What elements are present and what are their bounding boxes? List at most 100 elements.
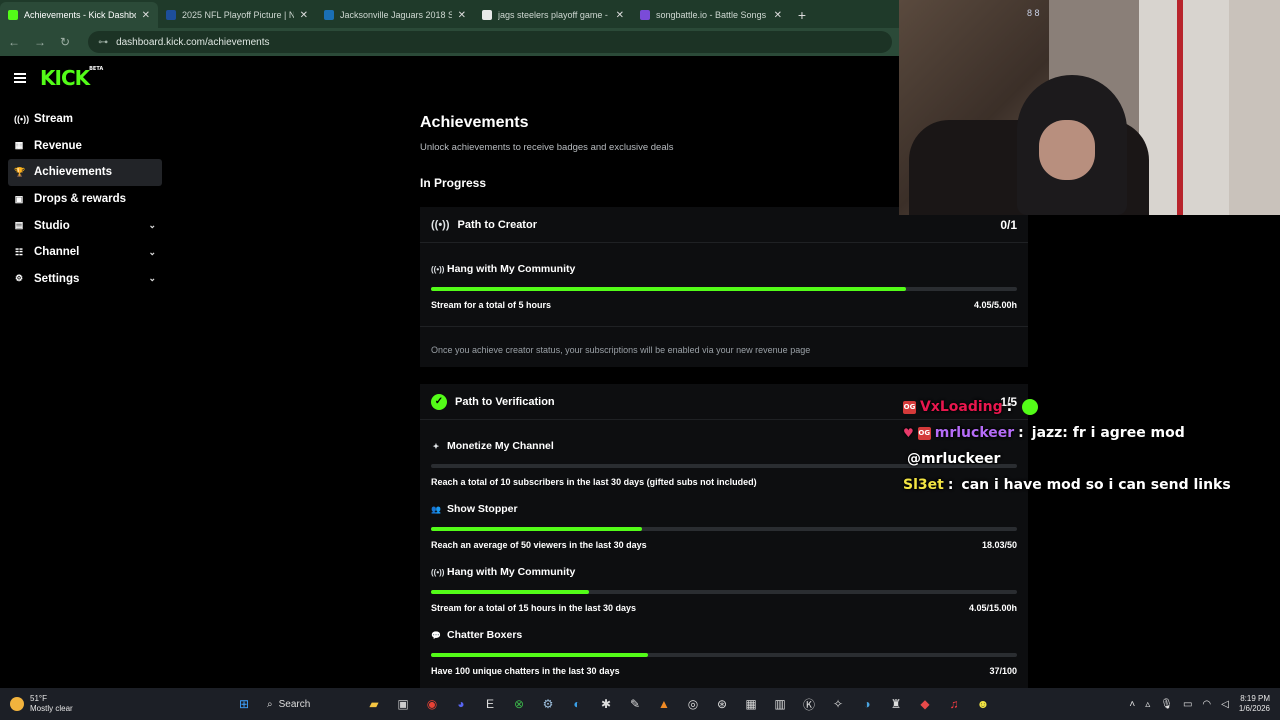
sidebar-item-settings[interactable]: ⚙ Settings ⌄ [8,266,162,293]
url-field[interactable]: ⊶ dashboard.kick.com/achievements [88,31,892,53]
emote-icon [1022,399,1039,415]
app-icon[interactable]: ◑ [855,692,879,716]
sidebar-item-label: Channel [34,246,80,259]
back-icon[interactable]: ← [8,35,20,49]
weather-widget[interactable]: 51°F Mostly clear [10,694,210,714]
achievement-value: 37/100 [989,666,1017,676]
file-explorer-icon[interactable]: ▰ [362,692,386,716]
app-icon[interactable]: ⊛ [710,692,734,716]
app-icon[interactable]: ▣ [391,692,415,716]
chat-colon: : [947,477,954,493]
tab-favicon-icon [8,10,18,20]
browser-address-bar: ← → ↻ ⊶ dashboard.kick.com/achievements [0,28,900,56]
music-icon[interactable]: ♫ [942,692,966,716]
browser-tab[interactable]: jags steelers playoff game - Go ✕ [474,2,632,28]
xbox-icon[interactable]: ⊗ [507,692,531,716]
sidebar: KICKBETA ((•)) Stream ▦ Revenue 🏆 Achievement… [0,58,170,688]
app-icon[interactable]: ◆ [913,692,937,716]
achievement-item: ((•)) Hang with My Community Stream for a … [420,562,1028,613]
forward-icon[interactable]: → [34,35,46,49]
chrome-icon[interactable]: ◉ [420,692,444,716]
new-tab-icon[interactable]: + [790,2,814,28]
app-icon[interactable]: Ⓚ [797,692,821,716]
achievement-label: Hang with My Community [447,566,576,578]
tab-favicon-icon [640,10,650,20]
app-icon[interactable]: ▦ [739,692,763,716]
achievement-name: ((•)) Hang with My Community [431,259,1017,279]
sidebar-item-revenue[interactable]: ▦ Revenue [8,133,162,160]
windows-start-icon[interactable]: ⊞ [232,692,256,716]
clock-date: 1/6/2026 [1238,704,1270,713]
app-icon[interactable]: ✱ [594,692,618,716]
discord-icon[interactable]: ◕ [449,692,473,716]
chat-text: can i have mod so i can send links [961,477,1231,493]
taskbar-search[interactable]: ⌕ Search [261,692,357,716]
display-icon[interactable]: ▭ [1183,699,1192,710]
app-icon[interactable]: ☻ [971,692,995,716]
close-icon[interactable]: ✕ [458,10,466,21]
channel-icon: ☷ [14,246,24,257]
creator-note: Once you achieve creator status, your su… [431,345,811,355]
taskbar-apps: ⊞ ⌕ Search ▰ ▣ ◉ ◕ E ⊗ ⚙ ◐ ✱ ✎ ▲ ◎ ⊛ ▦ ▥… [232,692,995,716]
app-icon[interactable]: ▥ [768,692,792,716]
browser-tab[interactable]: Jacksonville Jaguars 2018 Score ✕ [316,2,474,28]
achievement-label: Hang with My Community [447,263,576,275]
epic-games-icon[interactable]: E [478,692,502,716]
close-icon[interactable]: ✕ [774,10,782,21]
chat-text: @mrluckeer [907,451,1001,467]
achievement-item: 👥 Show Stopper Reach an average of 50 view… [420,499,1028,550]
network-icon[interactable]: ▵ [1145,699,1150,710]
browser-tab[interactable]: Achievements - Kick Dashboard ✕ [0,2,158,28]
verified-badge-icon: ✓ [431,393,447,410]
search-label: Search [278,698,311,710]
menu-icon[interactable] [14,73,26,83]
progress-fill [431,287,906,291]
og-badge-icon: OG [917,426,931,440]
broadcast-icon: ((•)) [431,567,445,577]
volume-icon[interactable]: ◁ [1221,699,1229,710]
chat-colon: : [1018,425,1024,441]
sidebar-item-drops-rewards[interactable]: ▣ Drops & rewards [8,186,162,213]
screen: Achievements - Kick Dashboard✕2025 NFL P… [0,0,1280,720]
mic-icon[interactable]: 🎙 [1160,699,1173,710]
close-icon[interactable]: ✕ [616,10,624,21]
webcam-lamp [1177,0,1183,215]
clock[interactable]: 8:19 PM 1/6/2026 [1239,694,1270,714]
tab-label: Achievements - Kick Dashboard [24,10,136,20]
steam-icon[interactable]: ⚙ [536,692,560,716]
kick-logo[interactable]: KICKBETA [40,66,103,90]
achievement-name: 👥 Show Stopper [431,499,1017,519]
browser-tab[interactable]: songbattle.io - Battle Songs ag ✕ [632,2,790,28]
wifi-icon[interactable]: ◠ [1202,699,1211,710]
chat-icon: 💬 [431,630,441,640]
reload-icon[interactable]: ↻ [60,35,70,49]
app-icon[interactable]: ✎ [623,692,647,716]
sidebar-item-studio[interactable]: ▤ Studio ⌄ [8,212,162,239]
chevron-up-icon[interactable]: ˄ [1129,699,1135,710]
sidebar-item-channel[interactable]: ☷ Channel ⌄ [8,239,162,266]
progress-fill [431,590,590,594]
browser-tab[interactable]: 2025 NFL Playoff Picture | NFL ✕ [158,2,316,28]
site-info-icon[interactable]: ⊶ [98,37,108,48]
close-icon[interactable]: ✕ [300,10,308,21]
chat-colon: : [1006,399,1013,415]
app-icon[interactable]: ♜ [884,692,908,716]
close-icon[interactable]: ✕ [142,10,150,21]
vlc-icon[interactable]: ▲ [652,692,676,716]
studio-icon: ▤ [14,220,24,231]
weather-temp: 51°F [30,694,47,703]
sidebar-nav: ((•)) Stream ▦ Revenue 🏆 Achievements ▣ Drops &… [0,106,170,292]
creator-title: Path to Creator [457,218,537,231]
achievement-details: Stream for a total of 15 hours in the la… [431,603,1017,613]
progress-bar [431,590,1017,594]
edge-icon[interactable]: ◐ [565,692,589,716]
sidebar-item-stream[interactable]: ((•)) Stream [8,106,162,133]
obs-icon[interactable]: ◎ [681,692,705,716]
progress-fill [431,653,648,657]
app-icon[interactable]: ✧ [826,692,850,716]
page-title: Achievements [420,114,529,131]
achievement-value: 4.05/5.00h [973,300,1017,310]
sidebar-item-achievements[interactable]: 🏆 Achievements [8,159,162,186]
achievement-label: Show Stopper [447,503,518,515]
achievement-details: Have 100 unique chatters in the last 30 … [431,666,1017,676]
